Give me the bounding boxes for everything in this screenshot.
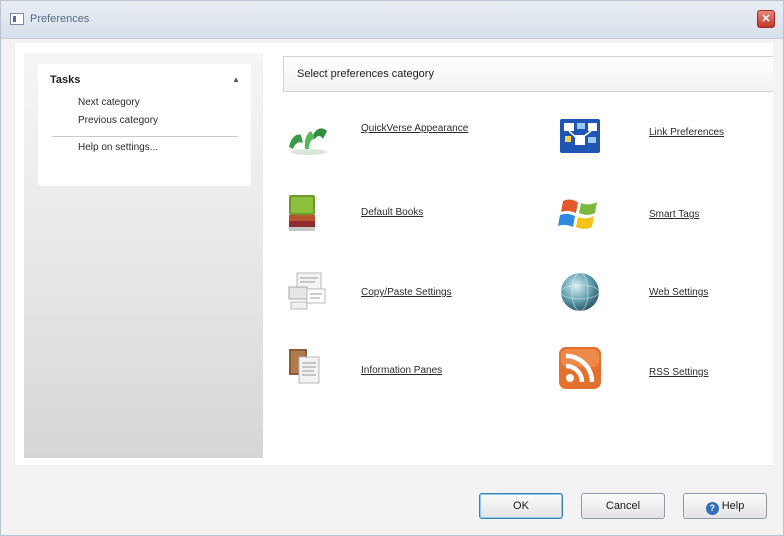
category-label[interactable]: Smart Tags [649,209,699,220]
category-label[interactable]: RSS Settings [649,367,708,378]
help-icon: ? [705,502,719,515]
window-title: Preferences [30,13,90,25]
help-button[interactable]: ? Help [683,493,767,519]
task-previous-category[interactable]: Previous category [78,115,158,126]
title-bar[interactable]: Preferences ✕ [1,1,783,39]
rss-icon [559,347,601,389]
link-preferences-icon [560,119,600,153]
copy-paste-icon [288,272,326,310]
collapse-chevron-icon[interactable]: ▲ [232,75,240,84]
category-copy-paste-settings[interactable]: Copy/Paste Settings [285,269,525,315]
cancel-button[interactable]: Cancel [581,493,665,519]
dialog-body: Tasks ▲ Next category Previous category … [15,43,773,465]
category-web-settings[interactable]: Web Settings [557,269,767,315]
category-label[interactable]: Copy/Paste Settings [361,287,452,298]
preferences-window: Preferences ✕ Tasks ▲ Next category Prev… [0,0,784,536]
windows-flag-icon [558,199,597,229]
category-header-text: Select preferences category [297,68,434,80]
window-icon [10,13,24,25]
ok-button-label: OK [513,500,529,512]
ok-button[interactable]: OK [479,493,563,519]
task-help-on-settings[interactable]: Help on settings... [78,142,158,153]
information-panes-icon [289,349,320,384]
category-label[interactable]: Link Preferences [649,127,724,138]
category-quickverse-appearance[interactable]: QuickVerse Appearance [285,113,525,159]
category-label[interactable]: Information Panes [361,365,442,376]
category-label[interactable]: Default Books [361,207,423,218]
task-pane: Tasks ▲ Next category Previous category … [24,53,263,458]
category-label[interactable]: QuickVerse Appearance [361,123,468,134]
close-icon: ✕ [761,13,771,25]
category-smart-tags[interactable]: Smart Tags [557,191,767,237]
category-information-panes[interactable]: Information Panes [285,345,525,391]
category-header: Select preferences category [283,56,773,92]
close-button[interactable]: ✕ [757,10,775,28]
category-rss-settings[interactable]: RSS Settings [557,345,767,391]
task-next-category[interactable]: Next category [78,97,140,108]
cancel-button-label: Cancel [605,500,641,512]
globe-icon [560,272,600,312]
divider [52,136,238,137]
category-link-preferences[interactable]: Link Preferences [557,113,767,159]
tasks-title: Tasks [50,74,81,86]
category-label[interactable]: Web Settings [649,287,708,298]
help-button-label: Help [721,500,745,512]
tasks-panel: Tasks ▲ Next category Previous category … [38,64,251,186]
category-default-books[interactable]: Default Books [285,191,525,237]
books-icon [289,195,315,231]
appearance-icon [289,128,327,155]
